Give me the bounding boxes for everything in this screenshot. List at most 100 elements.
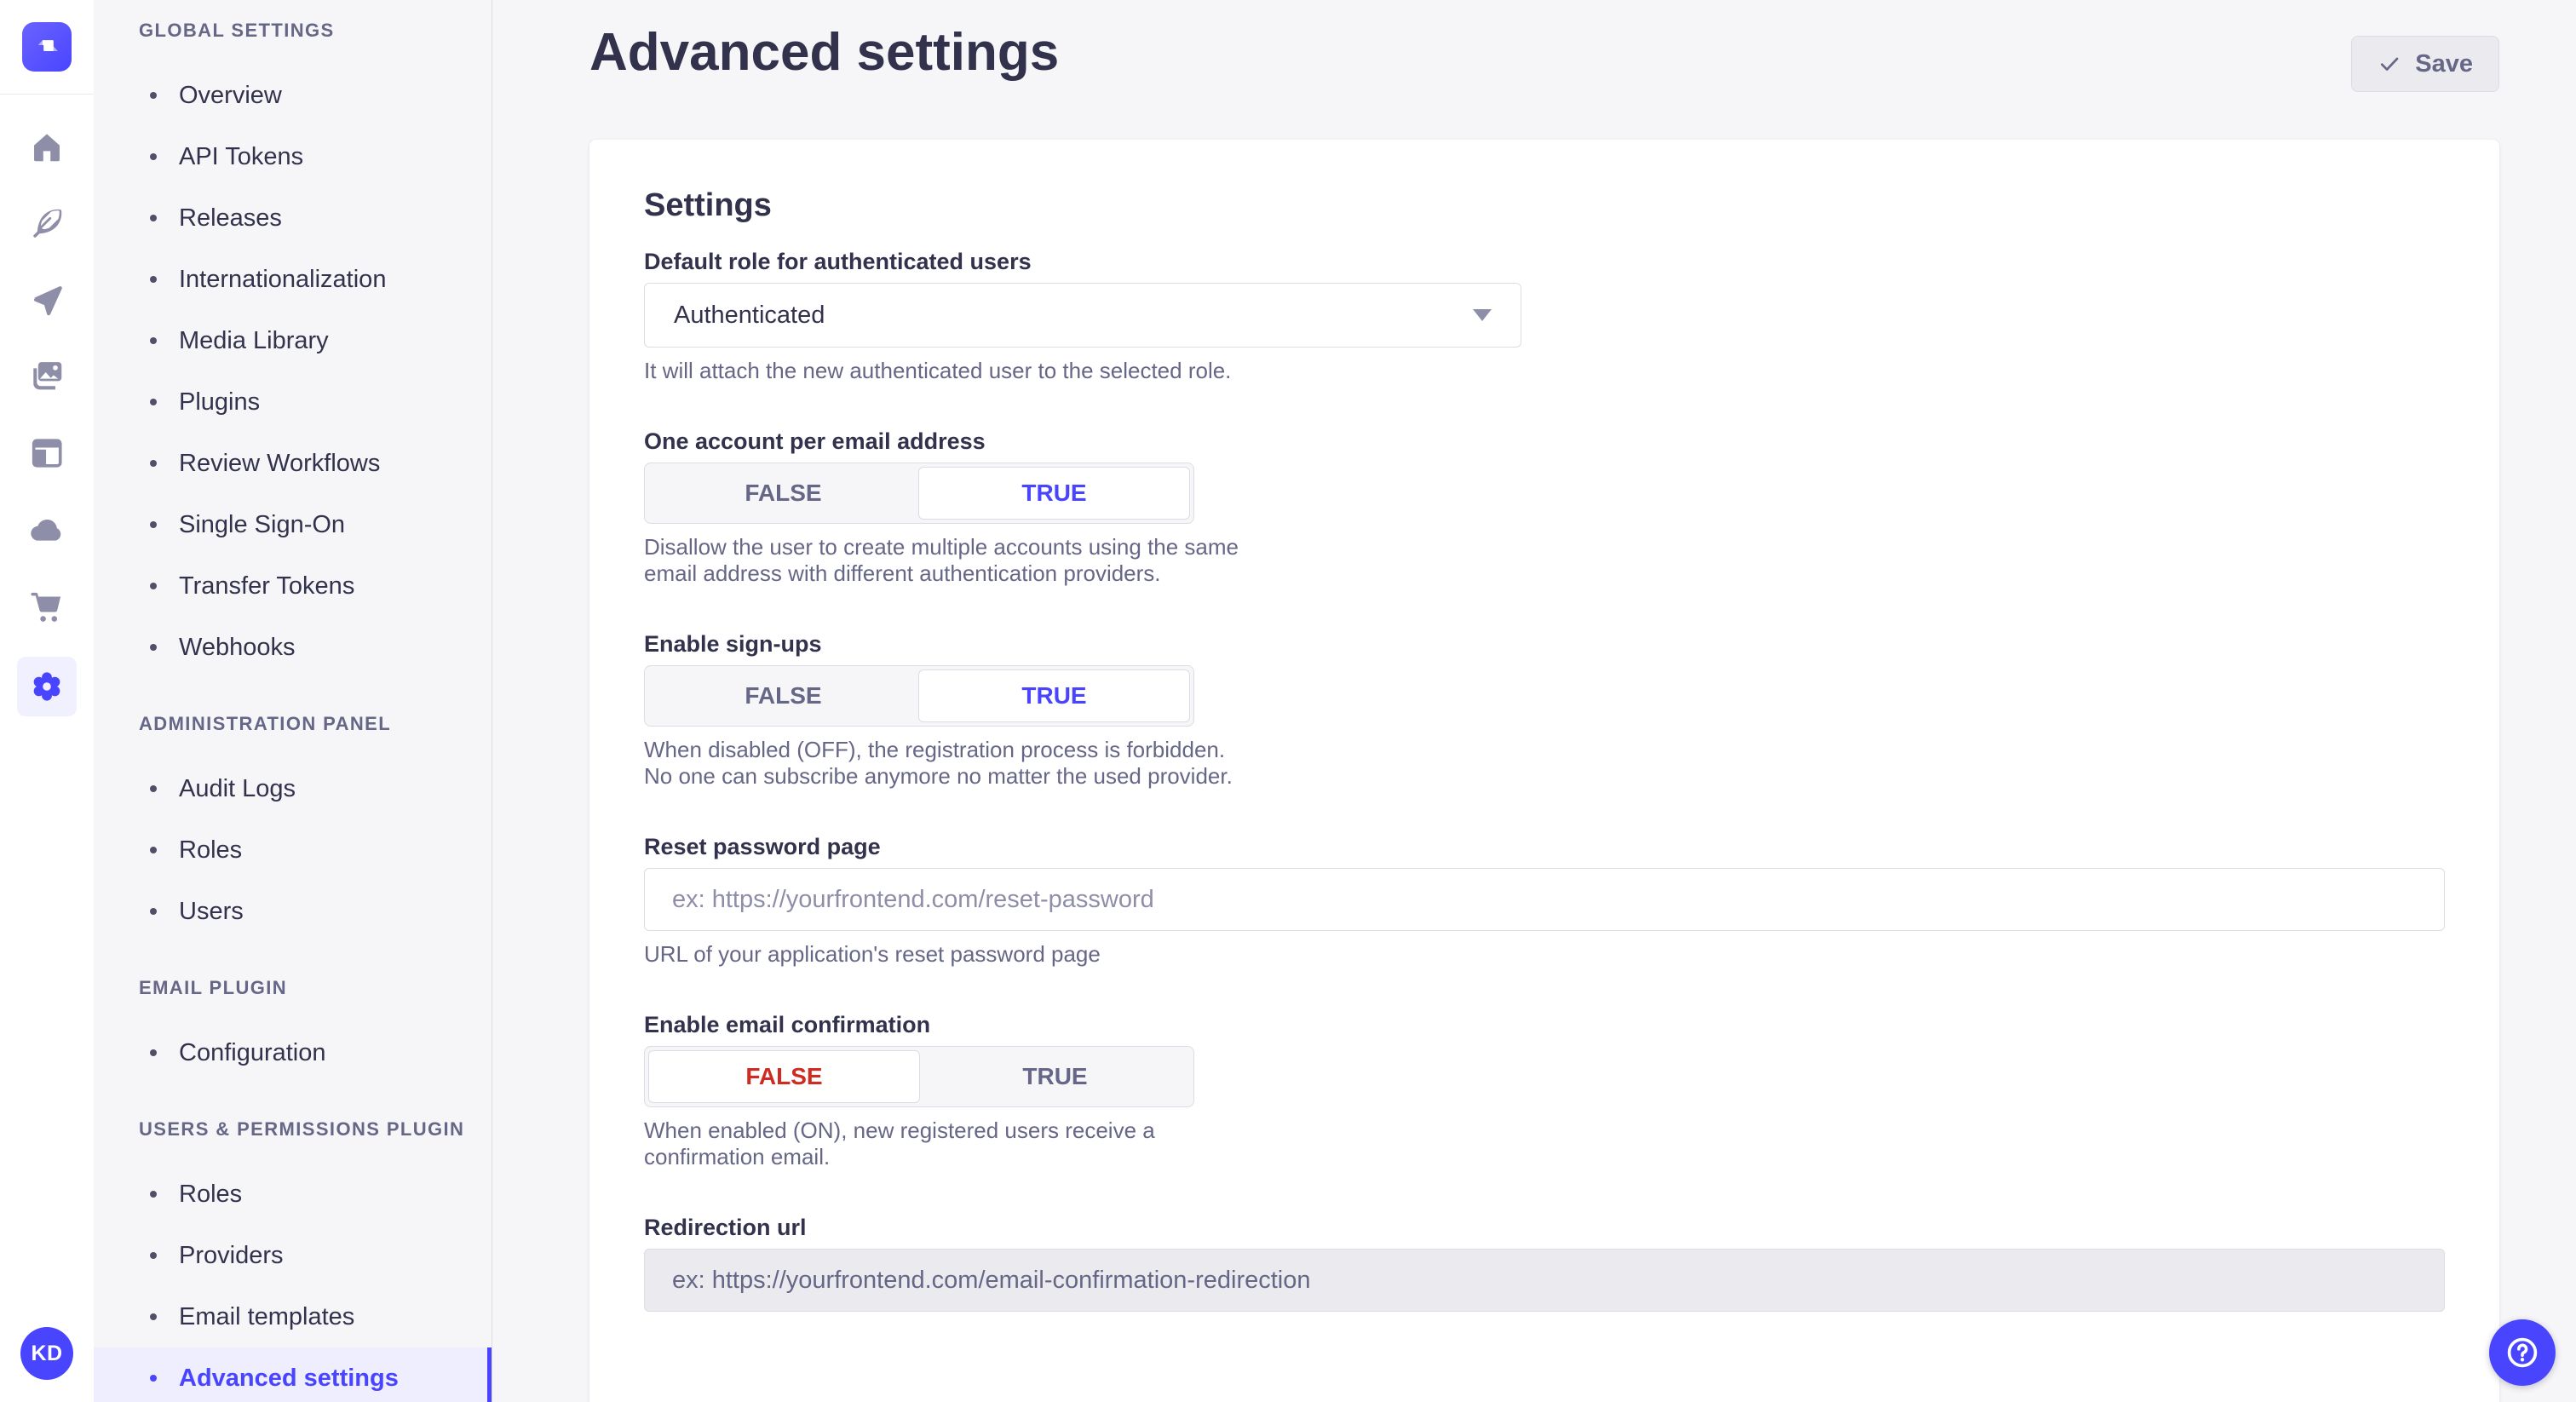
sidebar-item-label: Audit Logs [179,775,296,803]
strapi-logo[interactable] [22,22,72,72]
field-enable-email-confirmation: Enable email confirmation FALSETRUE When e… [644,1010,2445,1170]
home-icon[interactable] [27,127,66,166]
cloud-icon[interactable] [27,510,66,549]
bullet-icon [150,215,157,221]
bullet-icon [150,1313,157,1320]
sidebar-item-roles[interactable]: Roles [94,1164,492,1225]
sidebar-item-providers[interactable]: Providers [94,1225,492,1286]
bullet-icon [150,1191,157,1198]
field-label: Enable sign-ups [644,629,2445,658]
field-label: Enable email confirmation [644,1010,2445,1039]
nav-item-list: Audit Logs Roles Users [94,758,492,942]
nav-section: EMAIL PLUGIN Configuration [94,978,492,1083]
sidebar-item-review-workflows[interactable]: Review Workflows [94,433,492,494]
sidebar-item-audit-logs[interactable]: Audit Logs [94,758,492,819]
card-title: Settings [644,186,2445,225]
field-label: Reset password page [644,832,2445,861]
sidebar-item-label: Review Workflows [179,450,380,478]
bullet-icon [150,583,157,589]
field-label: Redirection url [644,1213,2445,1242]
sidebar-item-label: Transfer Tokens [179,572,354,600]
input-reset-password-page[interactable] [644,868,2445,931]
check-icon [2378,52,2401,76]
sidebar-item-configuration[interactable]: Configuration [94,1022,492,1083]
field-hint: URL of your application's reset password… [644,941,2445,968]
field-label: One account per email address [644,427,2445,456]
sidebar-item-transfer-tokens[interactable]: Transfer Tokens [94,555,492,617]
bullet-icon [150,1375,157,1382]
media-library-icon[interactable] [27,357,66,396]
bullet-icon [150,399,157,405]
question-mark-icon [2504,1334,2541,1371]
sidebar-item-advanced-settings[interactable]: Advanced settings [94,1347,492,1402]
rail-icon-list [17,95,77,716]
nav-section-header: EMAIL PLUGIN [139,978,492,998]
toggle-option-false[interactable]: FALSE [648,1050,920,1103]
save-button-label: Save [2415,50,2473,78]
sidebar-item-overview[interactable]: Overview [94,65,492,126]
field-enable-sign-ups: Enable sign-ups FALSETRUE When disabled (O… [644,629,2445,790]
bullet-icon [150,1049,157,1056]
sidebar-item-label: API Tokens [179,143,303,171]
avatar[interactable]: KD [20,1327,73,1380]
nav-section: GLOBAL SETTINGS Overview API Tokens Release… [94,20,492,678]
page-header: Advanced settings Save [589,24,2499,92]
sidebar-item-label: Advanced settings [179,1365,399,1393]
sidebar-item-label: Users [179,898,244,926]
input-redirection-url[interactable] [644,1249,2445,1312]
sidebar-item-webhooks[interactable]: Webhooks [94,617,492,678]
sidebar-item-label: Webhooks [179,634,296,662]
toggle-option-true[interactable]: TRUE [918,669,1190,722]
settings-form: Default role for authenticated users Auth… [644,247,2445,1312]
nav-section: ADMINISTRATION PANELAudit LogsRolesUsers [94,714,492,942]
bullet-icon [150,276,157,283]
field-default-role-for-authenticated-users: Default role for authenticated users Auth… [644,247,2445,384]
sidebar-item-label: Providers [179,1242,284,1270]
layout-icon[interactable] [27,434,66,473]
field-hint: When disabled (OFF), the registration pr… [644,737,1240,790]
toggle-option-true[interactable]: TRUE [920,1050,1190,1103]
toggle-one-account-per-email-address: FALSETRUE [644,463,1194,524]
toggle-option-true[interactable]: TRUE [918,467,1190,520]
bullet-icon [150,337,157,344]
send-icon[interactable] [27,280,66,319]
logo-container [0,0,94,95]
feather-icon[interactable] [27,204,66,243]
nav-item-list: Configuration [94,1022,492,1083]
bullet-icon [150,644,157,651]
field-hint: When enabled (ON), new registered users … [644,1118,1240,1170]
main-nav-rail: KD [0,0,95,1402]
save-button[interactable]: Save [2351,36,2499,92]
toggle-option-false[interactable]: FALSE [648,669,918,722]
toggle-enable-email-confirmation: FALSETRUE [644,1046,1194,1107]
sidebar-item-label: Roles [179,836,242,865]
sidebar-item-releases[interactable]: Releases [94,187,492,249]
sidebar-item-label: Configuration [179,1039,326,1067]
field-redirection-url: Redirection url [644,1213,2445,1312]
toggle-option-false[interactable]: FALSE [648,467,918,520]
field-reset-password-page: Reset password page URL of your applicati… [644,832,2445,968]
field-label: Default role for authenticated users [644,247,2445,276]
sidebar-item-plugins[interactable]: Plugins [94,371,492,433]
toggle-enable-sign-ups: FALSETRUE [644,665,1194,727]
sidebar-item-single-sign-on[interactable]: Single Sign-On [94,494,492,555]
gear-icon[interactable] [17,657,77,716]
select-value: Authenticated [674,302,825,330]
bullet-icon [150,92,157,99]
sidebar-item-roles[interactable]: Roles [94,819,492,881]
settings-subnav: GLOBAL SETTINGS Overview API Tokens Release… [94,0,492,1402]
sidebar-item-label: Media Library [179,327,329,355]
cart-icon[interactable] [27,587,66,626]
help-button[interactable] [2489,1319,2556,1386]
bullet-icon [150,1252,157,1259]
sidebar-item-label: Releases [179,204,282,233]
select-default-role-for-authenticated-users[interactable]: Authenticated [644,283,1521,348]
sidebar-item-label: Overview [179,82,282,110]
nav-section-header: GLOBAL SETTINGS [139,20,492,41]
sidebar-item-internationalization[interactable]: Internationalization [94,249,492,310]
sidebar-item-users[interactable]: Users [94,881,492,942]
sidebar-item-api-tokens[interactable]: API Tokens [94,126,492,187]
bullet-icon [150,908,157,915]
sidebar-item-email-templates[interactable]: Email templates [94,1286,492,1347]
sidebar-item-media-library[interactable]: Media Library [94,310,492,371]
